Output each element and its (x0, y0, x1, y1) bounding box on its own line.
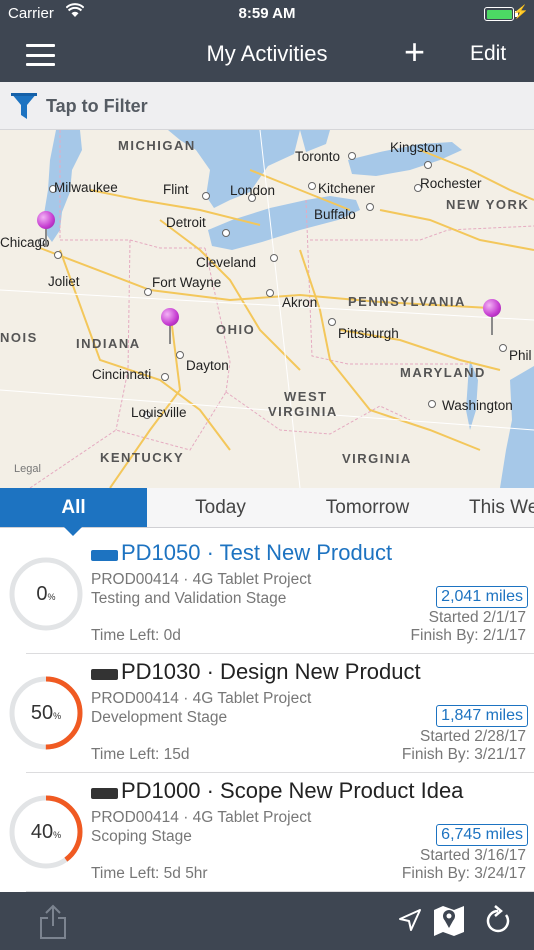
map-label: Buffalo (314, 207, 356, 222)
add-button[interactable]: + (404, 32, 425, 72)
finish-date: Finish By: 3/21/17 (401, 746, 526, 763)
map-label: Joliet (48, 274, 80, 289)
map-label: VIRGINIA (268, 404, 338, 419)
tab-this-week[interactable]: This We (441, 488, 534, 527)
map-label: Kingston (390, 140, 443, 155)
map-label: MICHIGAN (118, 138, 196, 153)
bottom-toolbar (0, 892, 534, 950)
map-pin-icon[interactable] (37, 211, 55, 247)
progress-percent: 0% (36, 583, 56, 605)
map-label: KENTUCKY (100, 450, 185, 465)
started-date: Started 3/16/17 (420, 847, 526, 864)
activity-stage: Testing and Validation Stage (91, 590, 287, 607)
map-label: Fort Wayne (152, 275, 222, 290)
status-tag (91, 788, 118, 799)
activity-map[interactable]: MICHIGAN Toronto Kingston Milwaukee Flin… (0, 130, 534, 488)
date-tabs: All Today Tomorrow This We (0, 488, 534, 528)
map-label: Flint (163, 182, 189, 197)
page-title: My Activities (206, 41, 328, 66)
map-label: WEST (284, 389, 328, 404)
nav-bar: My Activities + Edit (0, 28, 534, 82)
time-left: Time Left: 0d (91, 627, 181, 644)
activity-row[interactable]: 40% PD1000 · Scope New Product Idea PROD… (0, 773, 534, 892)
tab-today[interactable]: Today (147, 488, 294, 527)
activity-stage: Scoping Stage (91, 828, 192, 845)
map-label: Toronto (295, 149, 341, 164)
progress-percent: 50% (30, 702, 62, 724)
charging-icon: ⚡ (512, 4, 529, 19)
clock: 8:59 AM (238, 5, 296, 22)
activity-project: PROD00414 · 4G Tablet Project (91, 809, 312, 826)
map-label: Detroit (166, 215, 206, 230)
map-label: MARYLAND (400, 365, 486, 380)
filter-funnel-icon (10, 91, 38, 126)
started-date: Started 2/28/17 (420, 728, 526, 745)
activity-title[interactable]: PD1000 · Scope New Product Idea (121, 778, 463, 804)
share-icon[interactable] (38, 904, 68, 945)
map-pin-icon[interactable] (161, 308, 179, 344)
activity-title[interactable]: PD1030 · Design New Product (121, 659, 421, 685)
finish-date: Finish By: 3/24/17 (401, 865, 526, 882)
map-label: Kitchener (318, 181, 376, 196)
tab-tomorrow[interactable]: Tomorrow (294, 488, 441, 527)
map-label: London (230, 183, 276, 198)
time-left: Time Left: 15d (91, 746, 190, 763)
tab-all[interactable]: All (0, 488, 147, 527)
map-label: Akron (282, 295, 318, 310)
started-date: Started 2/1/17 (428, 609, 526, 626)
map-icon[interactable] (432, 902, 466, 943)
activity-stage: Development Stage (91, 709, 228, 726)
status-tag (91, 550, 118, 561)
activity-list: 0% PD1050 · Test New Product PROD00414 ·… (0, 535, 534, 892)
filter-bar[interactable]: Tap to Filter (0, 82, 534, 130)
finish-date: Finish By: 2/1/17 (410, 627, 526, 644)
map-label: Cleveland (196, 255, 257, 270)
map-label: Phil (509, 348, 532, 363)
time-left: Time Left: 5d 5hr (91, 865, 208, 882)
map-pin-icon[interactable] (483, 299, 501, 335)
activity-row[interactable]: 50% PD1030 · Design New Product PROD0041… (0, 654, 534, 773)
distance-button[interactable]: 1,847 miles (436, 705, 528, 727)
activity-project: PROD00414 · 4G Tablet Project (91, 571, 312, 588)
activity-title[interactable]: PD1050 · Test New Product (121, 540, 392, 566)
map-label: Milwaukee (54, 180, 118, 195)
map-label: NEW YORK (446, 197, 530, 212)
map-label: Rochester (420, 176, 482, 191)
map-label: Pittsburgh (338, 326, 399, 341)
map-label: NOIS (0, 330, 38, 345)
map-label: Dayton (186, 358, 229, 373)
location-arrow-icon[interactable] (398, 908, 422, 939)
edit-button[interactable]: Edit (470, 42, 506, 66)
map-label: Cincinnati (92, 367, 152, 382)
activity-row[interactable]: 0% PD1050 · Test New Product PROD00414 ·… (0, 535, 534, 654)
map-label: PENNSYLVANIA (348, 294, 466, 309)
map-label: Louisville (131, 405, 187, 420)
filter-label: Tap to Filter (46, 96, 148, 116)
status-tag (91, 669, 118, 680)
refresh-icon[interactable] (484, 905, 512, 942)
progress-percent: 40% (30, 821, 62, 843)
distance-button[interactable]: 6,745 miles (436, 824, 528, 846)
map-legal-link[interactable]: Legal (14, 463, 41, 475)
status-bar: Carrier 8:59 AM ⚡ (0, 0, 534, 28)
battery-icon (484, 7, 514, 21)
map-label: OHIO (216, 322, 256, 337)
distance-button[interactable]: 2,041 miles (436, 586, 528, 608)
map-label: INDIANA (76, 336, 141, 351)
map-label: VIRGINIA (342, 451, 412, 466)
map-label: Washington (442, 398, 513, 413)
activity-project: PROD00414 · 4G Tablet Project (91, 690, 312, 707)
